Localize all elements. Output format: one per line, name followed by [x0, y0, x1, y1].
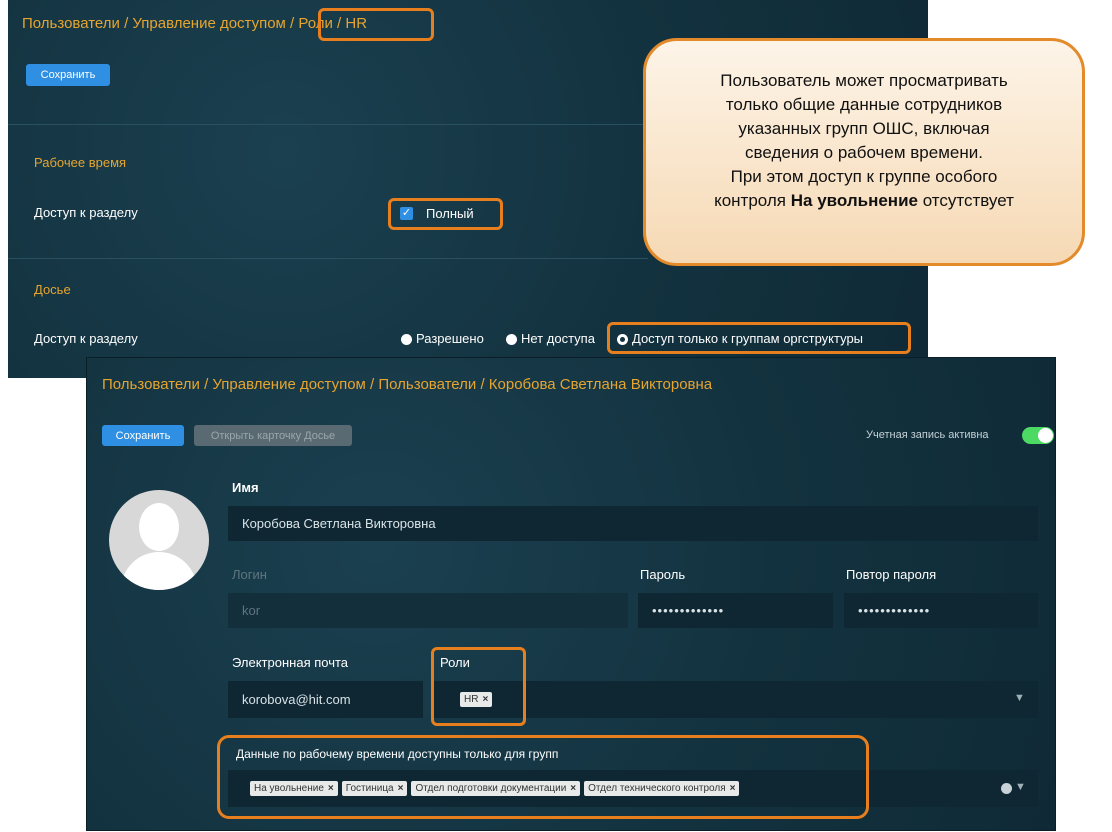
roles-highlight [431, 647, 526, 726]
chevron-down-icon[interactable]: ▼ [1015, 781, 1026, 793]
role-save-button[interactable]: Сохранить [26, 64, 110, 86]
password-label: Пароль [640, 567, 686, 582]
callout-line: только общие данные сотрудников [725, 95, 1003, 114]
password-repeat-input[interactable]: ••••••••••••• [844, 593, 1038, 628]
check-icon: ✓ [401, 207, 412, 219]
divider [8, 258, 648, 259]
dossier-radio-allowed[interactable]: Разрешено [401, 331, 484, 346]
toggle-knob [1038, 428, 1053, 443]
work-time-section-title: Рабочее время [34, 155, 127, 170]
callout-line: При этом доступ к группе особого [730, 167, 998, 186]
callout-line: указанных групп ОШС, включая [738, 119, 990, 138]
name-label: Имя [232, 480, 259, 495]
callout-line: сведения о рабочем времени. [745, 143, 983, 162]
login-label: Логин [232, 567, 267, 582]
account-active-label: Учетная запись активна [866, 429, 989, 441]
account-active-toggle[interactable] [1022, 427, 1054, 444]
callout-line: Пользователь может просматривать [720, 71, 1008, 90]
avatar [109, 490, 209, 590]
radio-selected-icon [617, 334, 628, 346]
password-input[interactable]: ••••••••••••• [638, 593, 833, 628]
avatar-head [139, 503, 179, 551]
work-time-access-label: Доступ к разделу [34, 205, 138, 220]
callout-line: контроля На увольнение отсутствует [714, 191, 1014, 210]
full-access-checkbox[interactable]: ✓ [400, 207, 413, 220]
open-dossier-button[interactable]: Открыть карточку Досье [194, 425, 352, 446]
dossier-section-title: Досье [34, 282, 71, 297]
dossier-radio-no-access[interactable]: Нет доступа [506, 331, 595, 346]
avatar-body [121, 552, 197, 590]
chevron-down-icon[interactable]: ▼ [1014, 692, 1025, 704]
clear-icon[interactable] [1001, 783, 1012, 794]
divider [8, 124, 648, 125]
breadcrumb-role-highlight [318, 8, 434, 41]
radio-icon [506, 334, 517, 346]
dossier-access-label: Доступ к разделу [34, 331, 138, 346]
radio-icon [401, 334, 412, 346]
role-breadcrumb: Пользователи / Управление доступом / Рол… [22, 15, 368, 32]
groups-highlight [217, 735, 869, 819]
full-access-label: Полный [426, 206, 474, 221]
email-input[interactable]: korobova@hit.com [228, 681, 423, 718]
user-breadcrumb: Пользователи / Управление доступом / Пол… [102, 376, 713, 393]
user-save-button[interactable]: Сохранить [102, 425, 184, 446]
dossier-radio-orgstructure[interactable]: Доступ только к группам оргструктуры [617, 331, 863, 346]
password-repeat-label: Повтор пароля [846, 567, 937, 582]
name-input[interactable]: Коробова Светлана Викторовна [228, 506, 1038, 541]
email-label: Электронная почта [232, 655, 349, 670]
login-input[interactable]: kor [228, 593, 628, 628]
info-callout: Пользователь может просматривать только … [643, 38, 1085, 266]
